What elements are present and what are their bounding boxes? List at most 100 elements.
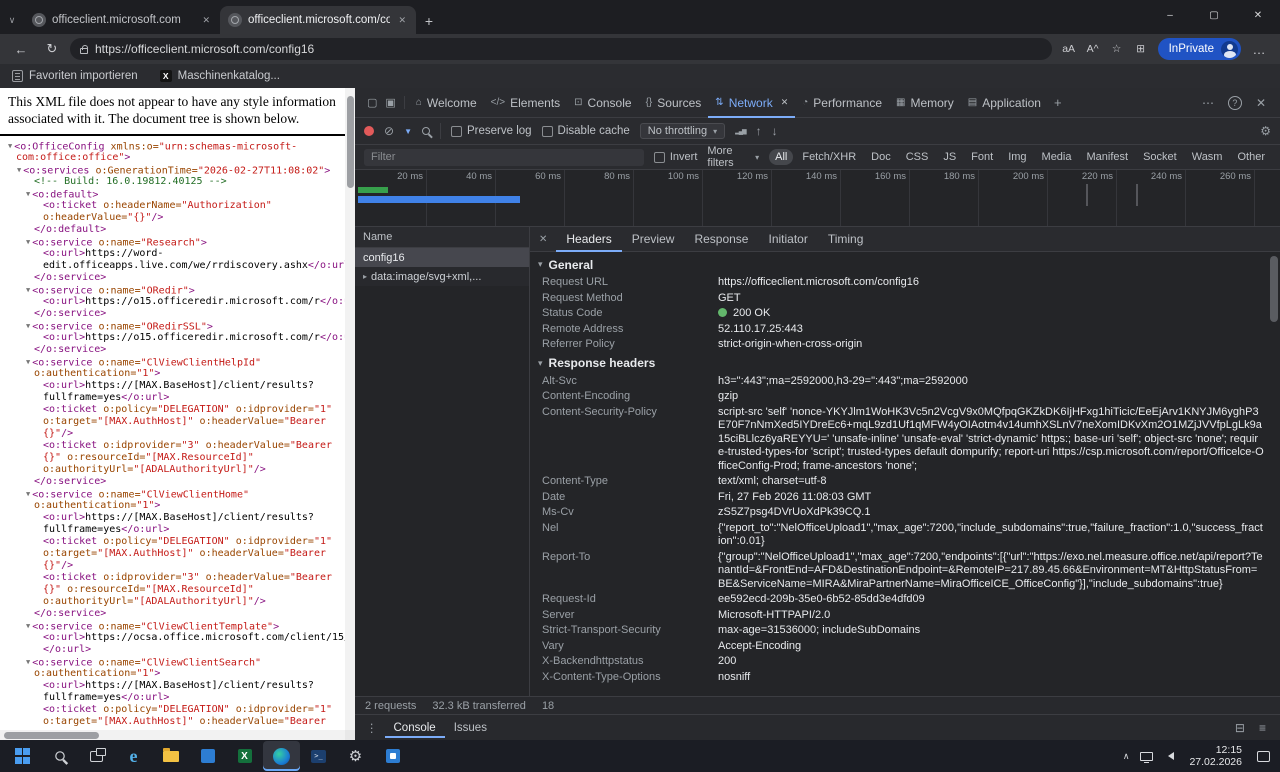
collapse-arrow-icon[interactable]: ▼: [26, 322, 30, 330]
vertical-scrollbar[interactable]: [345, 88, 355, 730]
tab-close-icon[interactable]: ✕: [396, 13, 408, 28]
section-collapse-icon[interactable]: ▾: [538, 259, 543, 270]
close-devtools-icon[interactable]: ✕: [1256, 96, 1266, 110]
details-tab-headers[interactable]: Headers: [556, 227, 621, 252]
back-button[interactable]: ←: [8, 37, 34, 61]
details-tab-timing[interactable]: Timing: [818, 227, 874, 252]
tab-welcome[interactable]: ⌂Welcome: [409, 88, 484, 118]
volume-tray-icon[interactable]: [1164, 752, 1174, 760]
filter-chip-img[interactable]: Img: [1002, 149, 1032, 165]
bookmark-item[interactable]: XMaschinenkatalog...: [160, 70, 280, 82]
taskbar-excel[interactable]: X: [226, 741, 263, 771]
drawer-menu-icon[interactable]: ⋮: [361, 721, 383, 735]
throttling-select[interactable]: No throttling▾: [640, 123, 725, 139]
filter-chip-all[interactable]: All: [769, 149, 793, 165]
section-header[interactable]: ▾Response headers: [538, 353, 1264, 374]
preserve-log-checkbox[interactable]: [451, 126, 462, 137]
import-har-icon[interactable]: ↑: [756, 124, 762, 138]
devtools-menu-icon[interactable]: ⋯: [1202, 96, 1214, 110]
filter-chip-media[interactable]: Media: [1036, 149, 1078, 165]
more-panels-button[interactable]: +: [1048, 95, 1068, 110]
help-icon[interactable]: ?: [1228, 96, 1242, 110]
drawer-tab-issues[interactable]: Issues: [445, 718, 496, 738]
taskbar-clock[interactable]: 12:15 27.02.2026: [1185, 744, 1246, 769]
filter-chip-css[interactable]: CSS: [900, 149, 935, 165]
horizontal-scrollbar-thumb[interactable]: [4, 732, 99, 739]
filter-chip-doc[interactable]: Doc: [865, 149, 897, 165]
collapse-arrow-icon[interactable]: ▼: [26, 286, 30, 294]
filter-chip-manifest[interactable]: Manifest: [1081, 149, 1135, 165]
more-filters-dropdown[interactable]: More filters▾: [707, 145, 759, 169]
disable-cache-checkbox[interactable]: [542, 126, 553, 137]
close-panel-icon[interactable]: ✕: [781, 97, 789, 108]
collapse-arrow-icon[interactable]: ▼: [17, 166, 21, 174]
collapse-arrow-icon[interactable]: ▼: [26, 238, 30, 246]
browser-tab[interactable]: officeclient.microsoft.com/config1✕: [220, 6, 416, 34]
drawer-dock-icon[interactable]: ⊟: [1235, 721, 1245, 735]
section-header[interactable]: ▾General: [538, 254, 1264, 275]
tab-search-icon[interactable]: ∨: [0, 6, 24, 34]
read-aloud-icon[interactable]: A^: [1081, 37, 1105, 61]
network-settings-icon[interactable]: ⚙: [1260, 124, 1271, 138]
details-tab-initiator[interactable]: Initiator: [758, 227, 817, 252]
taskbar-app-tile[interactable]: [374, 741, 411, 771]
tab-console[interactable]: ⊡Console: [567, 88, 638, 118]
details-tab-preview[interactable]: Preview: [622, 227, 685, 252]
filter-chip-other[interactable]: Other: [1231, 149, 1271, 165]
taskbar-app-window[interactable]: [189, 741, 226, 771]
refresh-button[interactable]: ↻: [39, 37, 65, 61]
taskbar-file-explorer[interactable]: [152, 741, 189, 771]
tab-sources[interactable]: {}Sources: [639, 88, 709, 118]
taskbar-task-view[interactable]: [78, 741, 115, 771]
close-details-icon[interactable]: ✕: [530, 234, 556, 245]
tray-chevron-icon[interactable]: ∧: [1123, 751, 1130, 762]
tab-performance[interactable]: ◔Performance: [795, 88, 889, 118]
drawer-list-icon[interactable]: ≡: [1259, 721, 1266, 735]
filter-input[interactable]: Filter: [364, 149, 644, 166]
taskbar-settings[interactable]: ⚙: [337, 741, 374, 771]
collapse-arrow-icon[interactable]: ▼: [26, 358, 30, 366]
record-icon[interactable]: [364, 126, 374, 136]
tab-application[interactable]: ▤Application: [961, 88, 1048, 118]
filter-chip-font[interactable]: Font: [965, 149, 999, 165]
favorites-star-icon[interactable]: ☆: [1105, 37, 1129, 61]
drawer-tab-console[interactable]: Console: [385, 718, 445, 738]
network-conditions-icon[interactable]: ▂▄▆: [735, 128, 745, 135]
network-request-row[interactable]: ▸data:image/svg+xml,...: [355, 267, 529, 286]
tab-network[interactable]: ⇅Network✕: [708, 88, 795, 118]
new-tab-button[interactable]: +: [416, 8, 442, 34]
collapse-arrow-icon[interactable]: ▼: [8, 142, 12, 150]
taskbar-edge[interactable]: [263, 741, 300, 771]
taskbar-powershell[interactable]: >_: [300, 741, 337, 771]
collections-icon[interactable]: ⊞: [1129, 37, 1153, 61]
collapse-arrow-icon[interactable]: ▼: [26, 490, 30, 498]
bookmark-item[interactable]: Favoriten importieren: [12, 70, 138, 82]
translate-icon[interactable]: aA: [1057, 37, 1081, 61]
network-overview[interactable]: 20 ms40 ms60 ms80 ms100 ms120 ms140 ms16…: [355, 170, 1280, 227]
disable-cache-toggle[interactable]: Disable cache: [542, 125, 630, 137]
browser-menu-button[interactable]: …: [1246, 37, 1272, 61]
clear-icon[interactable]: ⊘: [384, 124, 394, 138]
filter-chip-wasm[interactable]: Wasm: [1186, 149, 1229, 165]
disclosure-triangle-icon[interactable]: ▸: [363, 272, 367, 281]
network-tray-icon[interactable]: [1140, 752, 1153, 761]
taskbar-edge-legacy[interactable]: e: [115, 741, 152, 771]
maximize-button[interactable]: ▢: [1192, 0, 1236, 30]
network-request-row[interactable]: config16: [355, 248, 529, 267]
search-icon[interactable]: [422, 127, 430, 135]
close-button[interactable]: ✕: [1236, 0, 1280, 30]
collapse-arrow-icon[interactable]: ▼: [26, 622, 30, 630]
tab-elements[interactable]: </>Elements: [484, 88, 568, 118]
details-scrollbar-thumb[interactable]: [1270, 256, 1278, 322]
filter-chip-js[interactable]: JS: [937, 149, 962, 165]
minimize-button[interactable]: –: [1148, 0, 1192, 30]
taskbar-search[interactable]: [41, 741, 78, 771]
section-collapse-icon[interactable]: ▾: [538, 358, 543, 369]
collapse-arrow-icon[interactable]: ▼: [26, 658, 30, 666]
notification-center-icon[interactable]: [1257, 751, 1270, 762]
tab-close-icon[interactable]: ✕: [200, 13, 212, 28]
browser-tab[interactable]: officeclient.microsoft.com✕: [24, 6, 220, 34]
filter-chip-socket[interactable]: Socket: [1137, 149, 1183, 165]
vertical-scrollbar-thumb[interactable]: [347, 96, 354, 188]
filter-toggle-icon[interactable]: ▼: [404, 127, 412, 136]
